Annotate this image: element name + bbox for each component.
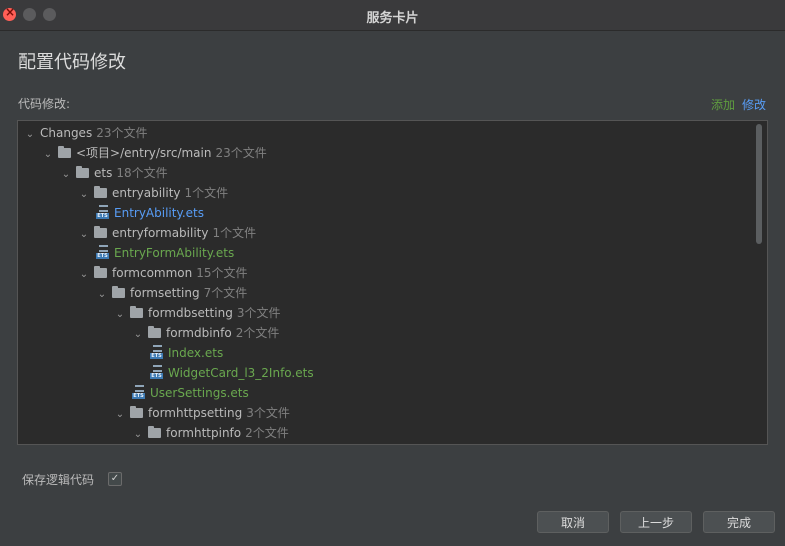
- tree-item-name: formdbsetting: [148, 306, 233, 320]
- tree-folder-row[interactable]: ⌄ formcommon 15个文件: [78, 263, 248, 283]
- cancel-button[interactable]: 取消: [537, 511, 609, 533]
- tree-item-count: 2个文件: [245, 426, 289, 440]
- tree-item-count: 3个文件: [236, 306, 281, 320]
- tree-file-row[interactable]: ETS EntryAbility.ets: [96, 203, 204, 223]
- tree-folder-row[interactable]: ⌄ formdbsetting 3个文件: [114, 303, 280, 323]
- tree-item-count: 3个文件: [246, 406, 290, 420]
- tree-scrollbar[interactable]: [756, 124, 762, 244]
- window-title: 服务卡片: [366, 11, 419, 26]
- tree-item-name: formcommon: [112, 266, 193, 280]
- tree-item-count: 23个文件: [96, 126, 148, 140]
- tree-folder-row[interactable]: ⌄ formhttpinfo 2个文件: [132, 423, 289, 443]
- ets-file-icon: ETS: [96, 245, 109, 259]
- chevron-down-icon[interactable]: ⌄: [78, 265, 90, 285]
- tree-item-name: WidgetCard_l3_2Info.ets: [168, 366, 314, 380]
- tree-file-row[interactable]: ETS EntryFormAbility.ets: [96, 243, 234, 263]
- tree-item-name: EntryAbility.ets: [114, 206, 205, 220]
- chevron-down-icon[interactable]: ⌄: [42, 145, 54, 165]
- keep-logic-code-checkbox[interactable]: ✓: [108, 472, 122, 486]
- finish-button[interactable]: 完成: [703, 511, 775, 533]
- folder-icon: [94, 226, 107, 238]
- tree-item-name: entryformability: [112, 226, 209, 240]
- tree-folder-row[interactable]: ⌄ formsetting 7个文件: [96, 283, 247, 303]
- add-link[interactable]: 添加: [711, 96, 735, 113]
- tree-item-count: 1个文件: [184, 186, 229, 200]
- tree-item-count: 18个文件: [116, 166, 168, 180]
- changes-tree[interactable]: ⌄ Changes 23个文件 ⌄ <项目>/entry/src/main 23个文件 ⌄ e…: [17, 120, 768, 445]
- tree-file-row[interactable]: ETS Index.ets: [150, 343, 223, 363]
- title-bar: 服务卡片: [0, 0, 785, 31]
- tree-item-name: <项目>/entry/src/main: [76, 146, 212, 160]
- folder-icon: [76, 166, 89, 178]
- tree-item-count: 15个文件: [196, 266, 248, 280]
- ets-file-icon: ETS: [132, 385, 145, 399]
- chevron-down-icon[interactable]: ⌄: [24, 125, 36, 145]
- tree-item-name: ets: [94, 166, 113, 180]
- ets-file-icon: ETS: [150, 365, 163, 379]
- tree-item-count: 23个文件: [215, 146, 267, 160]
- chevron-down-icon[interactable]: ⌄: [78, 225, 90, 245]
- tree-folder-row[interactable]: ⌄ ets 18个文件: [60, 163, 168, 183]
- tree-item-name: formhttpinfo: [166, 426, 242, 440]
- edit-link[interactable]: 修改: [742, 96, 766, 113]
- code-changes-label: 代码修改:: [18, 97, 71, 111]
- tree-item-name: formsetting: [130, 286, 200, 300]
- tree-item-name: formdbinfo: [166, 326, 232, 340]
- tree-item-count: 7个文件: [203, 286, 248, 300]
- folder-icon: [148, 326, 161, 338]
- tree-folder-row[interactable]: ⌄ formhttpsetting 3个文件: [114, 403, 290, 423]
- tree-folder-row[interactable]: ⌄ entryability 1个文件: [78, 183, 228, 203]
- tree-file-row[interactable]: ETS WidgetCard_l3_2Info.ets: [150, 363, 314, 383]
- tree-item-name: entryability: [112, 186, 181, 200]
- tree-item-count: 1个文件: [212, 226, 257, 240]
- folder-icon: [58, 146, 71, 158]
- page-title: 配置代码修改: [18, 52, 126, 73]
- ets-file-icon: ETS: [96, 205, 109, 219]
- chevron-down-icon[interactable]: ⌄: [114, 405, 126, 425]
- folder-icon: [130, 406, 143, 418]
- previous-button[interactable]: 上一步: [620, 511, 692, 533]
- chevron-down-icon[interactable]: ⌄: [132, 325, 144, 345]
- tree-item-count: 2个文件: [235, 326, 280, 340]
- folder-icon: [94, 186, 107, 198]
- tree-folder-row[interactable]: ⌄ entryformability 1个文件: [78, 223, 256, 243]
- folder-icon: [148, 426, 161, 438]
- tree-item-name: Changes: [40, 126, 93, 140]
- tree-folder-row[interactable]: ⌄ formdbinfo 2个文件: [132, 323, 279, 343]
- chevron-down-icon[interactable]: ⌄: [78, 185, 90, 205]
- keep-logic-code-label: 保存逻辑代码: [22, 473, 95, 487]
- tree-item-name: formhttpsetting: [148, 406, 243, 420]
- folder-icon: [130, 306, 143, 318]
- tree-item-name: UserSettings.ets: [150, 386, 249, 400]
- tree-folder-row[interactable]: ⌄ <项目>/entry/src/main 23个文件: [42, 143, 267, 163]
- ets-file-icon: ETS: [150, 345, 163, 359]
- chevron-down-icon[interactable]: ⌄: [60, 165, 72, 185]
- tree-folder-row[interactable]: ⌄ Changes 23个文件: [24, 123, 148, 145]
- tree-item-name: EntryFormAbility.ets: [114, 246, 235, 260]
- chevron-down-icon[interactable]: ⌄: [132, 425, 144, 444]
- folder-icon: [94, 266, 107, 278]
- tree-item-name: Index.ets: [168, 346, 224, 360]
- folder-icon: [112, 286, 125, 298]
- chevron-down-icon[interactable]: ⌄: [114, 305, 126, 325]
- tree-file-row[interactable]: ETS UserSettings.ets: [132, 383, 249, 403]
- chevron-down-icon[interactable]: ⌄: [96, 285, 108, 305]
